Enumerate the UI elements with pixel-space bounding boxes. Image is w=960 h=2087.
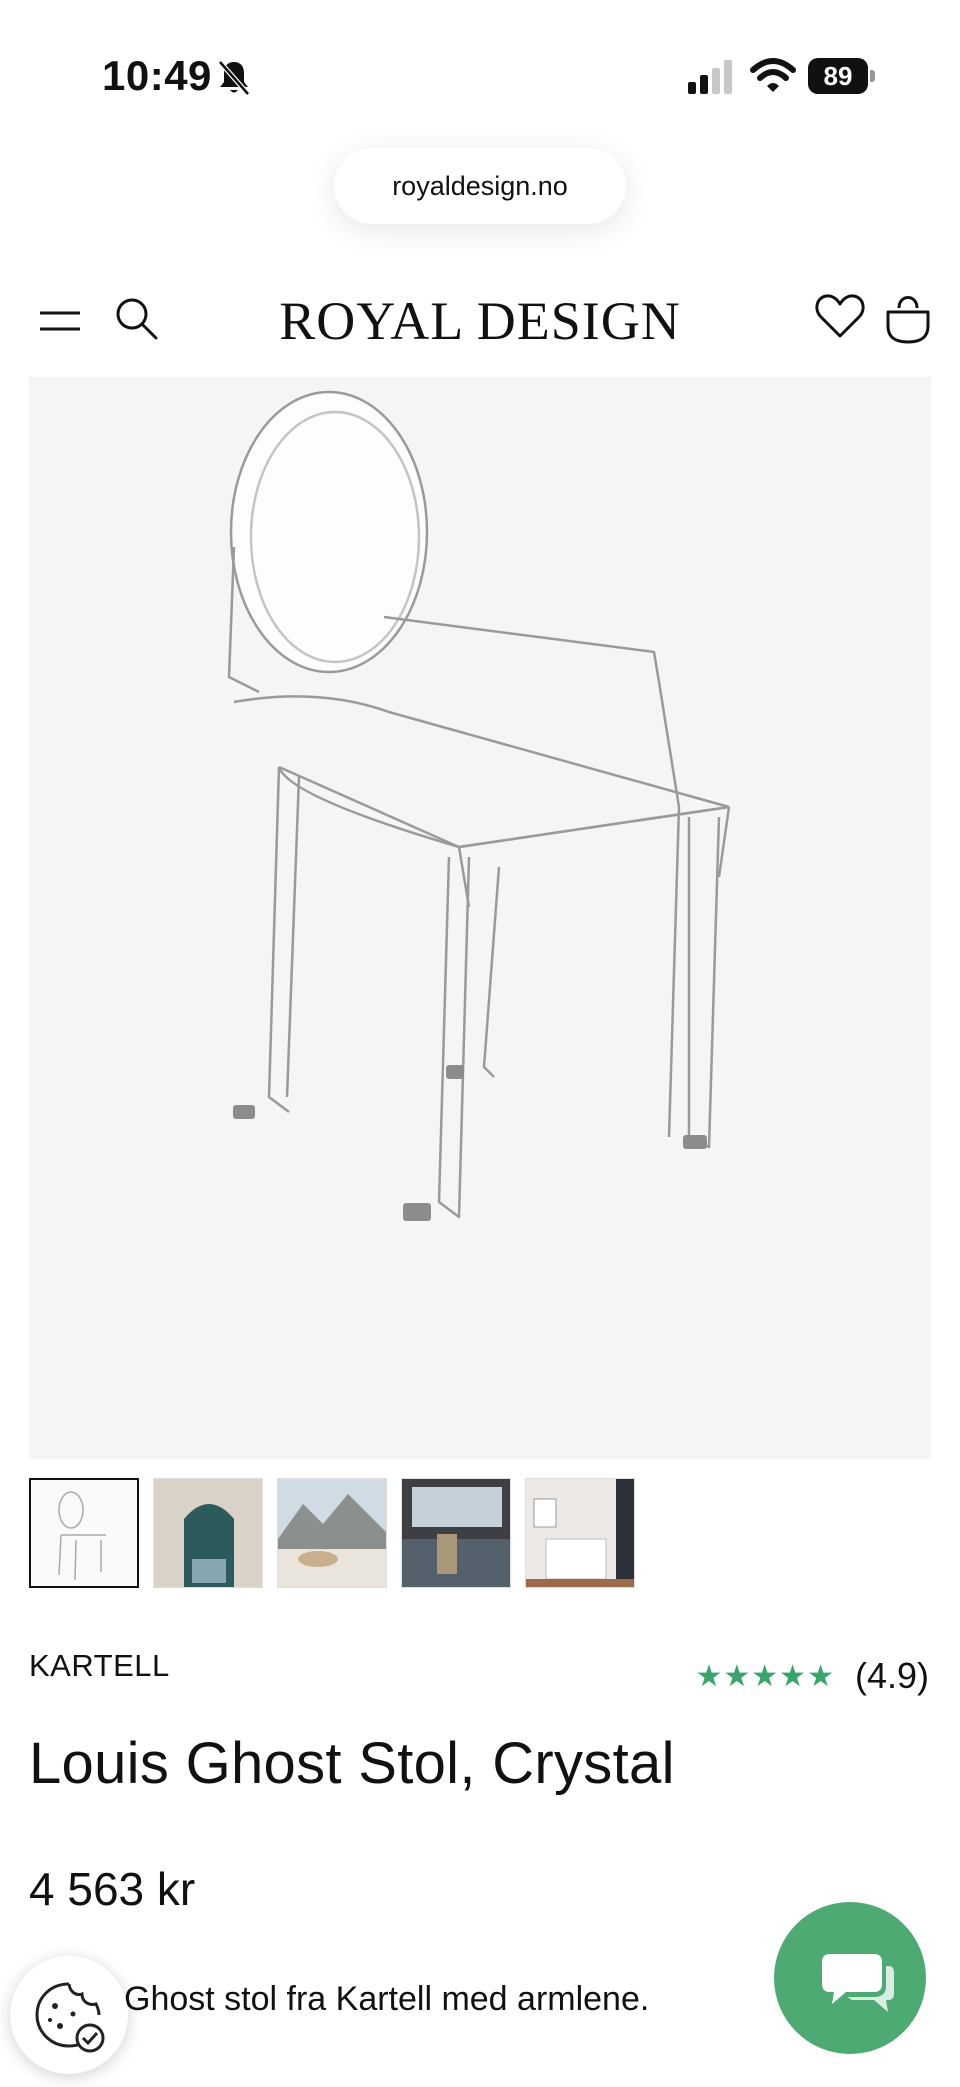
product-price: 4 563 kr [29, 1863, 196, 1915]
product-rating[interactable]: ★★★★★ (4.9) [695, 1655, 929, 1697]
battery-indicator: 89 [808, 58, 876, 94]
rating-value: (4.9) [854, 1655, 929, 1696]
ghost-chair-illustration [227, 390, 731, 1221]
thumbnail-2[interactable] [153, 1478, 263, 1588]
product-main-image[interactable] [29, 377, 931, 1459]
status-bar: 10:49 89 [0, 0, 960, 150]
product-description: Ghost stol fra Kartell med armlene. [124, 1980, 650, 2018]
rating-stars: ★★★★★ [695, 1659, 835, 1693]
address-bar-url: royaldesign.no [392, 170, 568, 201]
bell-muted-icon [218, 60, 250, 96]
chat-button[interactable] [774, 1902, 926, 2054]
thumbnail-4[interactable] [401, 1478, 511, 1588]
wifi-icon [750, 58, 796, 92]
cookie-icon [35, 1982, 105, 2053]
site-header: ROYAL DESIGN [0, 270, 960, 366]
status-time: 10:49 [102, 52, 212, 99]
thumbnail-5[interactable] [525, 1478, 635, 1588]
product-brand[interactable]: KARTELL [29, 1648, 170, 1684]
shopping-bag-icon[interactable] [884, 290, 932, 344]
address-bar[interactable]: royaldesign.no [334, 148, 626, 224]
battery-tip [870, 70, 875, 82]
chat-bubbles-icon [822, 1954, 894, 2012]
product-title: Louis Ghost Stol, Crystal [29, 1731, 675, 1796]
thumbnail-1[interactable] [29, 1478, 139, 1588]
thumbnail-3[interactable] [277, 1478, 387, 1588]
cellular-signal-icon [688, 60, 732, 94]
cookie-settings-button[interactable] [10, 1956, 128, 2074]
battery-level: 89 [808, 58, 868, 94]
wishlist-heart-icon[interactable] [814, 290, 866, 342]
